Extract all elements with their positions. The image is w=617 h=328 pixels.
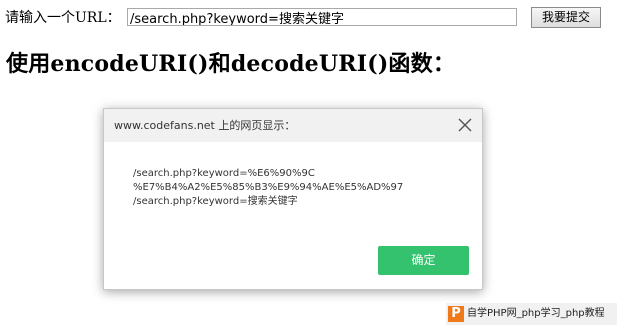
- url-input[interactable]: [127, 8, 517, 26]
- close-icon[interactable]: [457, 117, 473, 133]
- page-heading: 使用encodeURI()和decodeURI()函数：: [6, 51, 456, 77]
- ok-button[interactable]: 确定: [378, 246, 469, 275]
- url-label: 请输入一个URL：: [5, 10, 121, 26]
- php-logo-icon: P: [448, 306, 464, 322]
- watermark: P 自学PHP网_php学习_php教程: [446, 303, 617, 325]
- url-form: 请输入一个URL：: [5, 7, 121, 29]
- dialog-header: www.codefans.net 上的网页显示：: [104, 109, 482, 142]
- dialog-message-line: /search.php?keyword=搜索关键字: [133, 196, 298, 207]
- alert-dialog: www.codefans.net 上的网页显示： /search.php?key…: [103, 108, 483, 290]
- dialog-message-line: /search.php?keyword=%E6%90%9C: [133, 168, 315, 179]
- dialog-title: www.codefans.net 上的网页显示：: [114, 119, 296, 132]
- dialog-message-line: %E7%B4%A2%E5%85%B3%E9%94%AE%E5%AD%97: [133, 182, 404, 193]
- dialog-message: /search.php?keyword=%E6%90%9C %E7%B4%A2%…: [133, 167, 453, 209]
- submit-button[interactable]: 我要提交: [531, 7, 601, 28]
- watermark-text: 自学PHP网_php学习_php教程: [467, 308, 605, 319]
